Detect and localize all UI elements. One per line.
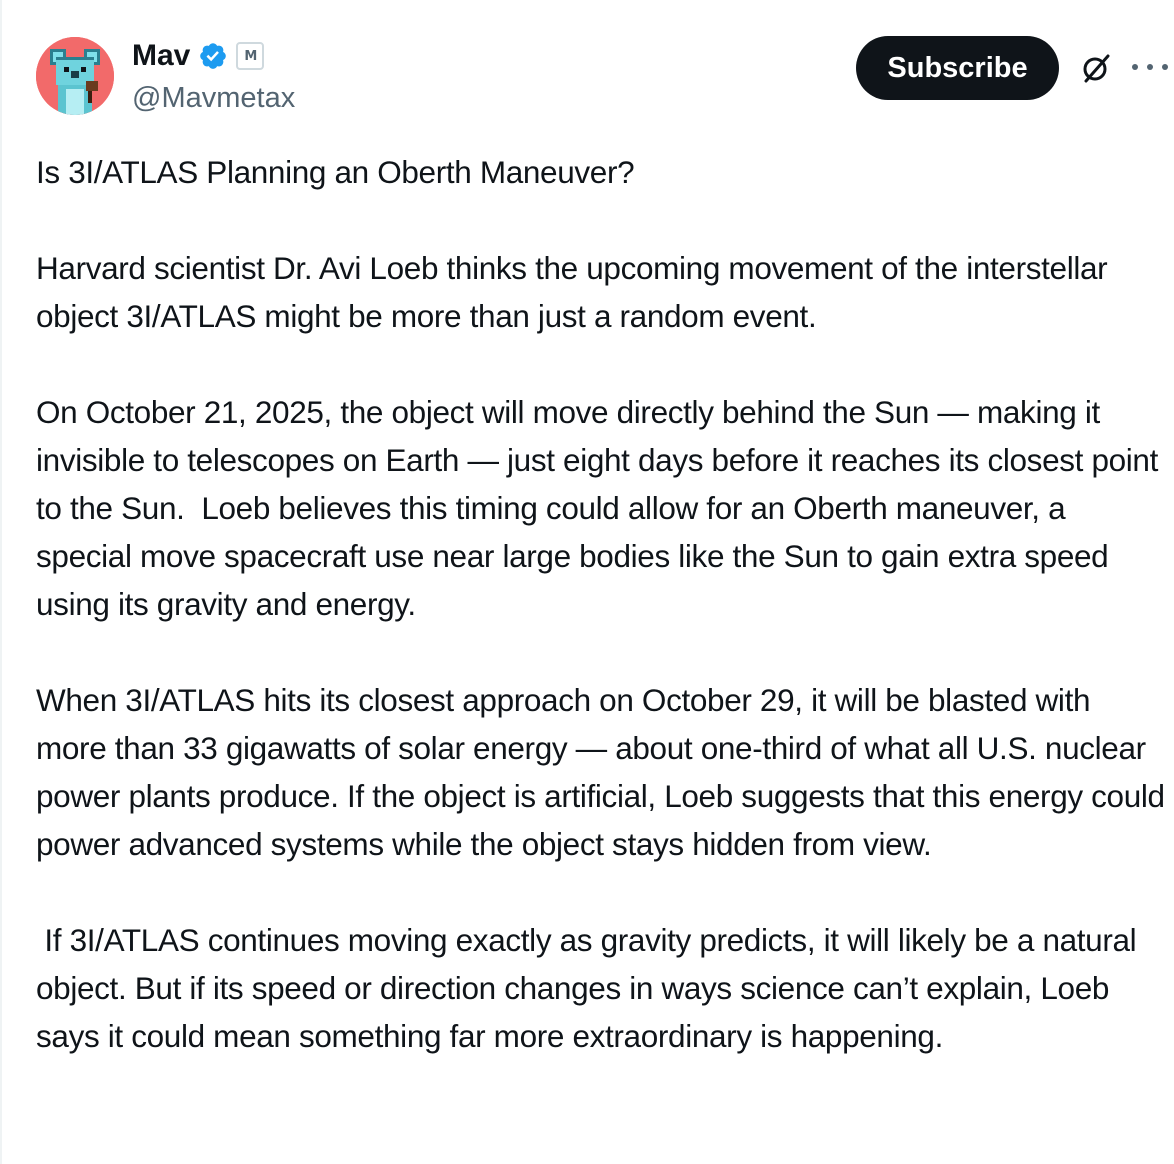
author-block: Mav M @Mavmetax (132, 36, 295, 118)
grok-slash-circle-icon[interactable] (1078, 50, 1114, 86)
pixel-koala-avatar-icon (36, 37, 114, 115)
avatar[interactable] (36, 37, 114, 115)
more-dot-icon (1162, 64, 1168, 70)
post-paragraph: On October 21, 2025, the object will mov… (36, 394, 1167, 622)
post-header: Mav M @Mavmetax Subscribe (0, 0, 1174, 130)
more-options-icon[interactable] (1132, 52, 1168, 82)
post-paragraph: Is 3I/ATLAS Planning an Oberth Maneuver? (36, 154, 635, 190)
more-dot-icon (1147, 64, 1153, 70)
left-border (0, 0, 2, 1164)
display-name[interactable]: Mav (132, 36, 190, 76)
post-paragraph: If 3I/ATLAS continues moving exactly as … (36, 922, 1145, 1054)
name-row: Mav M (132, 36, 295, 76)
post-text: Is 3I/ATLAS Planning an Oberth Maneuver?… (36, 148, 1168, 1060)
post-paragraph: Harvard scientist Dr. Avi Loeb thinks th… (36, 250, 1116, 334)
affiliate-badge[interactable]: M (236, 42, 265, 70)
subscribe-button[interactable]: Subscribe (856, 36, 1059, 100)
affiliate-badge-text: M (244, 48, 257, 64)
author-handle[interactable]: @Mavmetax (132, 78, 295, 118)
verified-badge-icon[interactable] (198, 41, 228, 71)
more-dot-icon (1132, 64, 1138, 70)
post-paragraph: When 3I/ATLAS hits its closest approach … (36, 682, 1174, 862)
